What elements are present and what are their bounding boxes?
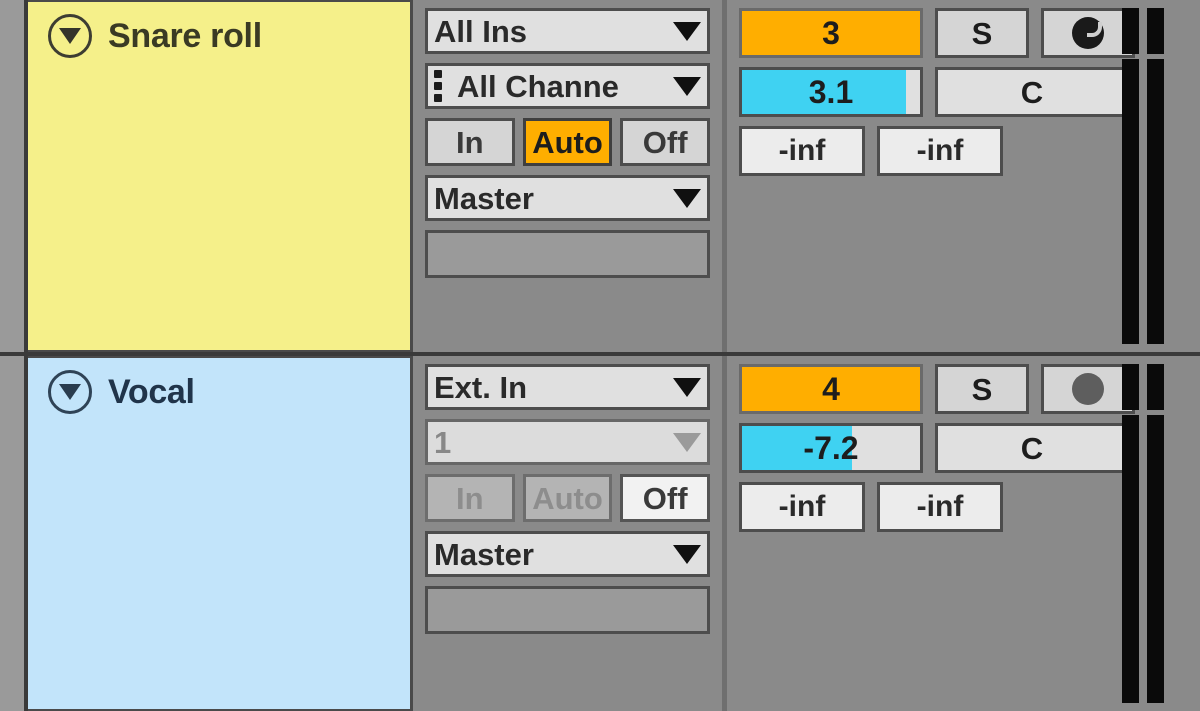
meter-bar (1147, 59, 1164, 344)
chevron-down-icon (673, 76, 701, 96)
input-channel-chooser[interactable]: 1 (425, 419, 710, 465)
send-a-control[interactable]: -inf (739, 126, 865, 176)
meter-bar (1122, 59, 1139, 344)
track-row: Vocal Ext. In 1 In Auto Off Master 4 S -… (0, 356, 1200, 711)
track-routing-column: Ext. In 1 In Auto Off Master (413, 356, 727, 711)
monitor-off-button[interactable]: Off (620, 474, 711, 522)
input-channel-label: 1 (434, 426, 452, 458)
output-type-chooser[interactable]: Master (425, 531, 710, 577)
track-mixer-column: 4 S -7.2 C -inf -inf (727, 356, 1200, 711)
solo-button[interactable]: S (935, 364, 1029, 414)
volume-value: -7.2 (803, 430, 859, 466)
track-routing-column: All Ins All Channe In Auto Off Master (413, 0, 727, 352)
chevron-down-icon (673, 544, 701, 564)
track-row: Snare roll All Ins All Channe In Auto Of… (0, 0, 1200, 352)
input-channel-label: All Channe (457, 70, 619, 102)
track-mixer-column: 3 S 3.1 C -inf -inf (727, 0, 1200, 352)
volume-value: 3.1 (808, 74, 854, 110)
input-type-chooser[interactable]: All Ins (425, 8, 710, 54)
level-meter (1122, 8, 1164, 344)
meter-bar (1122, 415, 1139, 703)
chevron-down-icon (673, 188, 701, 208)
meter-bar (1147, 415, 1164, 703)
pan-control[interactable]: C (935, 423, 1129, 473)
track-name-header: Vocal (28, 358, 410, 414)
input-type-chooser[interactable]: Ext. In (425, 364, 710, 410)
record-arm-glyph (1072, 373, 1104, 405)
send-a-control[interactable]: -inf (739, 482, 865, 532)
meter-clip-indicator[interactable] (1122, 364, 1139, 410)
track-title[interactable]: Vocal (108, 375, 195, 409)
meter-channel-right (1147, 8, 1164, 344)
monitor-auto-button[interactable]: Auto (522, 118, 613, 166)
send-b-control[interactable]: -inf (877, 126, 1003, 176)
track-title[interactable]: Snare roll (108, 19, 262, 53)
track-number-badge[interactable]: 4 (739, 364, 923, 414)
track-gutter-strip (0, 356, 28, 711)
meter-channel-right (1147, 364, 1164, 703)
output-type-label: Master (434, 182, 534, 214)
output-type-chooser[interactable]: Master (425, 175, 710, 221)
meter-channel-left (1122, 8, 1139, 344)
track-headers-panel: Snare roll All Ins All Channe In Auto Of… (0, 0, 1200, 711)
record-arm-icon[interactable] (1041, 364, 1135, 414)
chevron-down-icon (673, 377, 701, 397)
midi-dots-icon (434, 70, 445, 102)
output-channel-slot[interactable] (425, 586, 710, 634)
track-name-panel[interactable]: Vocal (28, 356, 413, 711)
output-type-label: Master (434, 538, 534, 570)
meter-clip-indicator[interactable] (1122, 8, 1139, 54)
monitor-auto-button[interactable]: Auto (522, 474, 613, 522)
level-meter (1122, 364, 1164, 703)
send-b-control[interactable]: -inf (877, 482, 1003, 532)
input-channel-chooser[interactable]: All Channe (425, 63, 710, 109)
meter-clip-indicator[interactable] (1147, 364, 1164, 410)
volume-slider[interactable]: -7.2 (739, 423, 923, 473)
output-channel-slot[interactable] (425, 230, 710, 278)
monitor-off-button[interactable]: Off (620, 118, 711, 166)
volume-slider[interactable]: 3.1 (739, 67, 923, 117)
input-type-label: All Ins (434, 15, 528, 47)
chevron-down-icon (673, 432, 701, 452)
monitor-section: In Auto Off (425, 474, 711, 522)
midi-arm-glyph (1072, 17, 1104, 49)
midi-arm-icon[interactable] (1041, 8, 1135, 58)
input-type-label: Ext. In (434, 371, 528, 403)
chevron-down-glyph (59, 384, 81, 400)
meter-channel-left (1122, 364, 1139, 703)
track-name-panel[interactable]: Snare roll (28, 0, 413, 352)
monitor-in-button[interactable]: In (425, 118, 515, 166)
meter-clip-indicator[interactable] (1147, 8, 1164, 54)
track-name-header: Snare roll (28, 2, 410, 58)
track-number-badge[interactable]: 3 (739, 8, 923, 58)
chevron-down-icon (673, 21, 701, 41)
chevron-down-circle-icon[interactable] (48, 370, 92, 414)
solo-button[interactable]: S (935, 8, 1029, 58)
track-gutter-strip (0, 0, 28, 352)
chevron-down-circle-icon[interactable] (48, 14, 92, 58)
pan-control[interactable]: C (935, 67, 1129, 117)
chevron-down-glyph (59, 28, 81, 44)
monitor-in-button[interactable]: In (425, 474, 515, 522)
monitor-section: In Auto Off (425, 118, 711, 166)
